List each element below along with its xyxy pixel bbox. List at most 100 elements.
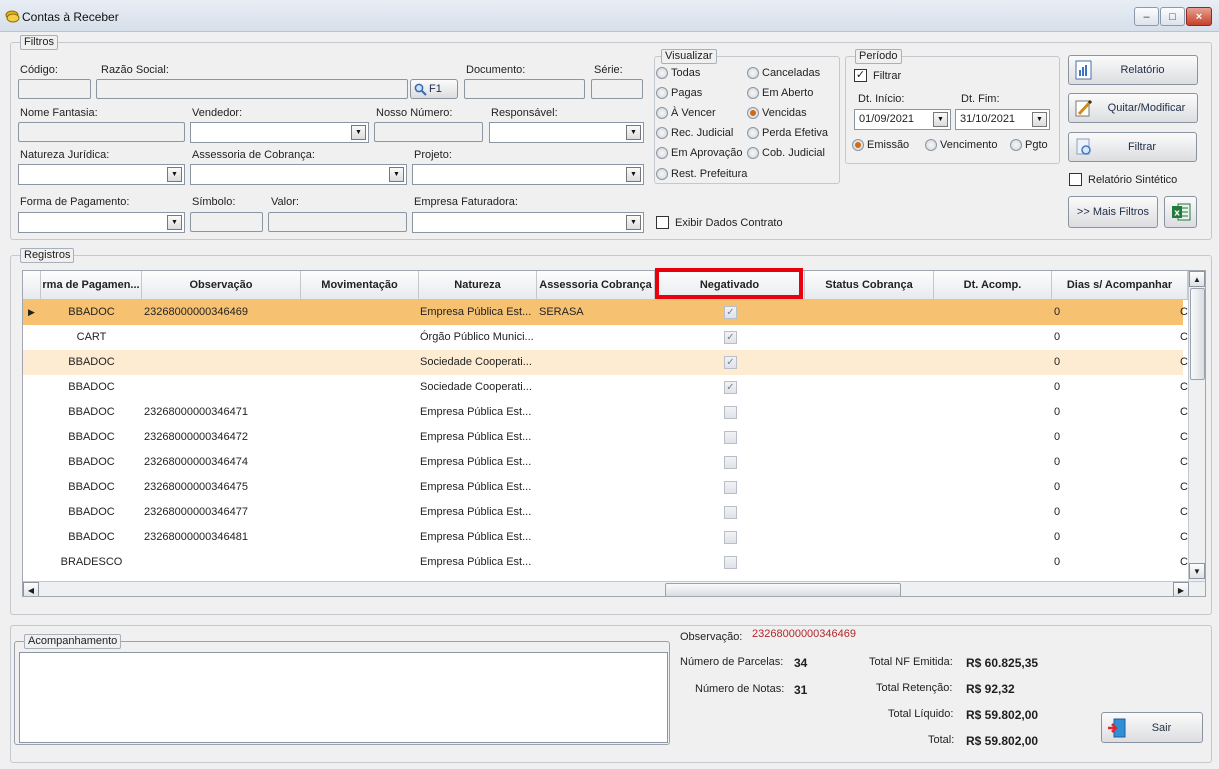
maximize-button[interactable]: □ — [1160, 7, 1185, 26]
minimize-button[interactable]: – — [1134, 7, 1159, 26]
radio-unselected — [656, 147, 668, 159]
codigo-input[interactable] — [18, 79, 91, 99]
nosso-numero-input[interactable] — [374, 122, 483, 142]
scroll-down-icon[interactable]: ▼ — [1189, 563, 1205, 579]
vertical-scrollbar[interactable]: ▲ ▼ — [1188, 271, 1205, 581]
mais-filtros-button[interactable]: >> Mais Filtros — [1068, 196, 1158, 228]
scroll-left-icon[interactable]: ◀ — [23, 582, 39, 596]
table-row[interactable]: BBADOC 23268000000346481 Empresa Pública E… — [23, 525, 1188, 550]
radio-unselected — [656, 168, 668, 180]
visualizar-radio[interactable]: Canceladas — [747, 67, 820, 79]
vertical-scroll-thumb[interactable] — [1190, 288, 1205, 380]
row-header-corner — [23, 271, 41, 300]
export-excel-button[interactable]: x — [1164, 196, 1197, 228]
checkbox-checked: ✓ — [854, 69, 867, 82]
table-row[interactable]: CART Órgão Público Munici... 0 C ✓ — [23, 325, 1188, 350]
vencimento-radio[interactable]: Vencimento — [925, 139, 997, 151]
sair-button[interactable]: Sair — [1101, 712, 1203, 743]
column-header[interactable]: Assessoria Cobrança — [537, 271, 655, 300]
empresa-faturadora-combo[interactable]: ▼ — [412, 212, 644, 233]
negativado-checkbox[interactable] — [724, 431, 737, 444]
visualizar-radio[interactable]: Rec. Judicial — [656, 127, 733, 139]
negativado-checked-checkbox[interactable]: ✓ — [724, 306, 737, 319]
negativado-checked-checkbox[interactable]: ✓ — [724, 331, 737, 344]
filtrar-periodo-checkbox[interactable]: ✓ Filtrar — [854, 69, 901, 82]
quitar-modificar-button[interactable]: Quitar/Modificar — [1068, 93, 1198, 123]
natureza-juridica-combo[interactable]: ▼ — [18, 164, 185, 185]
column-header[interactable]: Movimentação — [301, 271, 419, 300]
table-row[interactable]: BBADOC Sociedade Cooperati... 0 C ✓ — [23, 350, 1188, 375]
documento-input[interactable] — [464, 79, 585, 99]
truncated-cell: C — [1180, 556, 1188, 568]
nome-fantasia-input[interactable] — [18, 122, 185, 142]
negativado-checkbox[interactable] — [724, 481, 737, 494]
row-indicator — [28, 475, 40, 500]
scroll-right-icon[interactable]: ▶ — [1173, 582, 1189, 596]
assessoria-combo[interactable]: ▼ — [190, 164, 407, 185]
table-row[interactable]: BBADOC 23268000000346471 Empresa Pública E… — [23, 400, 1188, 425]
razao-social-input[interactable] — [96, 79, 408, 99]
simbolo-input[interactable] — [190, 212, 263, 232]
visualizar-radio[interactable]: Cob. Judicial — [747, 147, 825, 159]
dt-fim-picker[interactable]: 31/10/2021 ▼ — [955, 109, 1050, 130]
relatorio-button[interactable]: Relatório — [1068, 55, 1198, 85]
valor-input[interactable] — [268, 212, 407, 232]
exibir-contrato-checkbox[interactable]: Exibir Dados Contrato — [656, 216, 783, 229]
visualizar-radio[interactable]: À Vencer — [656, 107, 716, 119]
column-header[interactable]: Status Cobrança — [805, 271, 934, 300]
vencimento-label: Vencimento — [940, 139, 998, 151]
forma-pagamento-combo[interactable]: ▼ — [18, 212, 185, 233]
column-header[interactable]: rma de Pagamen... — [41, 271, 142, 300]
emissao-radio[interactable]: Emissão — [852, 139, 909, 151]
registros-grid[interactable]: rma de Pagamen... Observação Movimentação N… — [22, 270, 1206, 597]
negativado-checked-checkbox[interactable]: ✓ — [724, 381, 737, 394]
total-nf-label: Total NF Emitida: — [869, 656, 953, 668]
dt-inicio-picker[interactable]: 01/09/2021 ▼ — [854, 109, 951, 130]
table-row[interactable]: BBADOC Sociedade Cooperati... 0 C ✓ — [23, 375, 1188, 400]
table-row[interactable]: BBADOC 23268000000346472 Empresa Pública E… — [23, 425, 1188, 450]
scroll-up-icon[interactable]: ▲ — [1189, 271, 1205, 287]
row-indicator — [28, 550, 40, 575]
visualizar-radio[interactable]: Perda Efetiva — [747, 127, 828, 139]
horizontal-scroll-thumb[interactable] — [665, 583, 901, 596]
table-row[interactable]: BBADOC 23268000000346475 Empresa Pública E… — [23, 475, 1188, 500]
column-header[interactable]: Observação — [142, 271, 301, 300]
column-header[interactable]: Natureza — [419, 271, 537, 300]
negativado-checked-checkbox[interactable]: ✓ — [724, 356, 737, 369]
visualizar-radio[interactable]: Rest. Prefeitura — [656, 168, 747, 180]
table-row[interactable]: BBADOC 23268000000346477 Empresa Pública E… — [23, 500, 1188, 525]
radio-unselected — [747, 87, 759, 99]
projeto-combo[interactable]: ▼ — [412, 164, 644, 185]
acompanhamento-textarea[interactable] — [19, 652, 668, 743]
visualizar-radio[interactable]: Todas — [656, 67, 700, 79]
relatorio-sintetico-checkbox[interactable]: Relatório Sintético — [1069, 173, 1177, 186]
observacao-cell: 23268000000346469 — [144, 306, 249, 318]
close-button[interactable]: × — [1186, 7, 1212, 26]
visualizar-radio[interactable]: Em Aprovação — [656, 147, 743, 159]
vendedor-combo[interactable]: ▼ — [190, 122, 369, 143]
column-header[interactable]: Dt. Acomp. — [934, 271, 1052, 300]
responsavel-combo[interactable]: ▼ — [489, 122, 644, 143]
negativado-checkbox[interactable] — [724, 556, 737, 569]
table-row[interactable]: ▶ BBADOC 23268000000346469 Empresa Pública … — [23, 300, 1188, 325]
table-row[interactable]: BBADOC 23268000000346474 Empresa Pública E… — [23, 450, 1188, 475]
table-row[interactable]: BRADESCO Empresa Pública Est... 0 C — [23, 550, 1188, 575]
negativado-checkbox[interactable] — [724, 406, 737, 419]
forma-pagamento-cell: BBADOC — [68, 431, 115, 443]
serie-input[interactable] — [591, 79, 643, 99]
f1-search-button[interactable]: F1 — [410, 79, 458, 99]
negativado-checkbox[interactable] — [724, 456, 737, 469]
filtrar-button[interactable]: Filtrar — [1068, 132, 1197, 162]
pgto-radio[interactable]: Pgto — [1010, 139, 1048, 151]
horizontal-scrollbar[interactable]: ◀ ▶ — [23, 581, 1205, 596]
negativado-checkbox[interactable] — [724, 531, 737, 544]
column-header[interactable]: Dias s/ Acompanhar — [1052, 271, 1188, 300]
responsavel-label: Responsável: — [491, 107, 558, 119]
visualizar-radio[interactable]: Vencidas — [747, 107, 807, 119]
assessoria-cell — [539, 325, 655, 350]
negativado-checkbox[interactable] — [724, 506, 737, 519]
visualizar-option-label: Perda Efetiva — [762, 127, 829, 139]
visualizar-radio[interactable]: Pagas — [656, 87, 702, 99]
observacao-cell — [144, 325, 301, 350]
visualizar-radio[interactable]: Em Aberto — [747, 87, 813, 99]
